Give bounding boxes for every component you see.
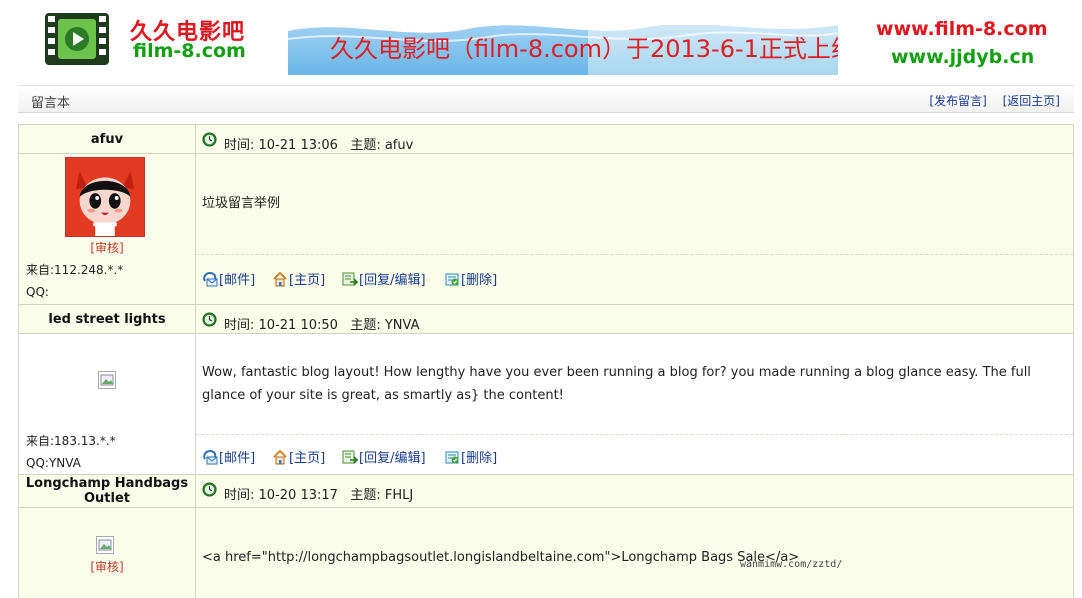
titlebar-links: [发布留言] [返回主页] xyxy=(929,92,1060,109)
email-icon xyxy=(203,271,218,286)
post-time: 10-21 13:06 xyxy=(258,138,338,153)
delete-icon xyxy=(445,273,459,285)
subject-label: 主题: xyxy=(350,318,381,333)
guestbook-list: afuv [审核] 来自:112.248.*.* QQ: 时间: 10-21 1… xyxy=(18,124,1074,598)
homepage-action-label: [主页] xyxy=(289,451,326,466)
qq-label: QQ: xyxy=(26,285,49,299)
site-url-primary[interactable]: www.film-8.com xyxy=(876,18,1048,40)
guestbook-entry: afuv [审核] 来自:112.248.*.* QQ: 时间: 10-21 1… xyxy=(18,125,1074,305)
broken-image-icon xyxy=(96,536,114,554)
post-time: 10-20 13:17 xyxy=(258,488,338,503)
post-subject: YNVA xyxy=(384,318,420,333)
entry-author-panel: Longchamp Handbags Outlet [审核] xyxy=(19,475,196,598)
delete-action-label: [删除] xyxy=(461,451,498,466)
sender-qq: QQ: xyxy=(26,285,49,299)
site-watermark: wanmimw.com/zztd/ xyxy=(740,559,843,570)
entry-meta: 时间: 10-20 13:17 主题: FHLJ xyxy=(224,484,413,503)
entry-meta-row: 时间: 10-20 13:17 主题: FHLJ xyxy=(196,475,1073,508)
reply-edit-action-label: [回复/编辑] xyxy=(359,273,426,288)
banner-headline: 久久电影吧（film-8.com）于2013-6-1正式上线 xyxy=(330,35,838,63)
guestbook-entry: led street lights 来自:183.13.*.* QQ:YNVA … xyxy=(18,305,1074,475)
entry-meta: 时间: 10-21 13:06 主题: afuv xyxy=(224,134,413,153)
broken-image-icon xyxy=(98,371,116,389)
entry-message-body: <a href="http://longchampbagsoutlet.long… xyxy=(196,508,1073,598)
sender-qq: QQ:YNVA xyxy=(26,456,81,470)
clock-icon xyxy=(202,132,217,147)
delete-action[interactable]: [删除] xyxy=(444,447,497,466)
homepage-action[interactable]: [主页] xyxy=(272,269,325,288)
entry-author-panel: afuv [审核] 来自:112.248.*.* QQ: xyxy=(19,125,196,304)
entry-message-body: 垃圾留言举例 xyxy=(196,154,1073,254)
site-url-secondary[interactable]: www.jjdyb.cn xyxy=(891,46,1034,68)
home-icon xyxy=(273,449,287,464)
entry-message-panel: 时间: 10-20 13:17 主题: FHLJ <a href="http:/… xyxy=(196,475,1073,598)
delete-action[interactable]: [删除] xyxy=(444,269,497,288)
entry-meta-row: 时间: 10-21 10:50 主题: YNVA xyxy=(196,305,1073,334)
entry-actions: [邮件] [主页] [回复/编辑] [删除] xyxy=(196,254,1073,304)
page-title: 留言本 xyxy=(31,96,71,111)
subject-label: 主题: xyxy=(350,488,381,503)
time-label: 时间: xyxy=(224,138,255,153)
message-text: <a href="http://longchampbagsoutlet.long… xyxy=(202,550,800,565)
from-value: 112.248.*.* xyxy=(54,263,124,277)
audit-link[interactable]: [审核] xyxy=(19,558,195,575)
author-name: led street lights xyxy=(19,305,195,334)
email-icon xyxy=(203,449,218,464)
entry-message-panel: 时间: 10-21 10:50 主题: YNVA Wow, fantastic … xyxy=(196,305,1073,474)
email-action-label: [邮件] xyxy=(219,273,256,288)
launch-banner[interactable]: 久久电影吧（film-8.com）于2013-6-1正式上线 xyxy=(288,11,838,75)
time-label: 时间: xyxy=(224,488,255,503)
author-name: afuv xyxy=(19,125,195,154)
email-action-label: [邮件] xyxy=(219,451,256,466)
qq-label: QQ: xyxy=(26,456,49,470)
homepage-action-label: [主页] xyxy=(289,273,326,288)
clock-icon xyxy=(202,482,217,497)
reply-edit-icon xyxy=(342,450,358,464)
sender-ip: 来自:112.248.*.* xyxy=(26,261,123,278)
logo-domain[interactable]: film-8.com xyxy=(133,40,246,62)
film-reel-logo-icon[interactable] xyxy=(45,13,109,65)
from-label: 来自: xyxy=(26,434,55,448)
entry-message-body: Wow, fantastic blog layout! How lengthy … xyxy=(196,334,1073,434)
message-text: 垃圾留言举例 xyxy=(202,196,281,211)
user-avatar-icon xyxy=(65,157,145,237)
reply-edit-action[interactable]: [回复/编辑] xyxy=(342,447,426,466)
entry-meta: 时间: 10-21 10:50 主题: YNVA xyxy=(224,314,419,333)
time-label: 时间: xyxy=(224,318,255,333)
home-icon xyxy=(273,271,287,286)
email-action[interactable]: [邮件] xyxy=(202,447,255,466)
message-text: Wow, fantastic blog layout! How lengthy … xyxy=(202,365,1031,403)
reply-edit-action-label: [回复/编辑] xyxy=(359,451,426,466)
reply-edit-icon xyxy=(342,272,358,286)
reply-edit-action[interactable]: [回复/编辑] xyxy=(342,269,426,288)
from-value: 183.13.*.* xyxy=(54,434,116,448)
site-header: 久久电影吧 film-8.com 久久电影吧（film-8.com）于2013-… xyxy=(0,0,1082,84)
post-subject: FHLJ xyxy=(384,488,414,503)
sender-ip: 来自:183.13.*.* xyxy=(26,432,116,449)
guestbook-titlebar: 留言本 [发布留言] [返回主页] xyxy=(18,85,1074,113)
guestbook-entry: Longchamp Handbags Outlet [审核] 时间: 10-20… xyxy=(18,475,1074,598)
subject-label: 主题: xyxy=(350,138,381,153)
audit-link[interactable]: [审核] xyxy=(19,239,195,256)
post-message-link[interactable]: [发布留言] xyxy=(929,94,986,108)
from-label: 来自: xyxy=(26,263,55,277)
entry-message-panel: 时间: 10-21 13:06 主题: afuv 垃圾留言举例 [邮件] [主页… xyxy=(196,125,1073,304)
delete-icon xyxy=(445,451,459,463)
entry-actions: [邮件] [主页] [回复/编辑] [删除] xyxy=(196,434,1073,474)
author-name: Longchamp Handbags Outlet xyxy=(19,475,195,508)
return-home-link[interactable]: [返回主页] xyxy=(1003,94,1060,108)
post-time: 10-21 10:50 xyxy=(258,318,338,333)
clock-icon xyxy=(202,312,217,327)
delete-action-label: [删除] xyxy=(461,273,498,288)
qq-value: YNVA xyxy=(48,456,81,470)
entry-author-panel: led street lights 来自:183.13.*.* QQ:YNVA xyxy=(19,305,196,474)
post-subject: afuv xyxy=(384,138,414,153)
homepage-action[interactable]: [主页] xyxy=(272,447,325,466)
email-action[interactable]: [邮件] xyxy=(202,269,255,288)
entry-meta-row: 时间: 10-21 13:06 主题: afuv xyxy=(196,125,1073,154)
